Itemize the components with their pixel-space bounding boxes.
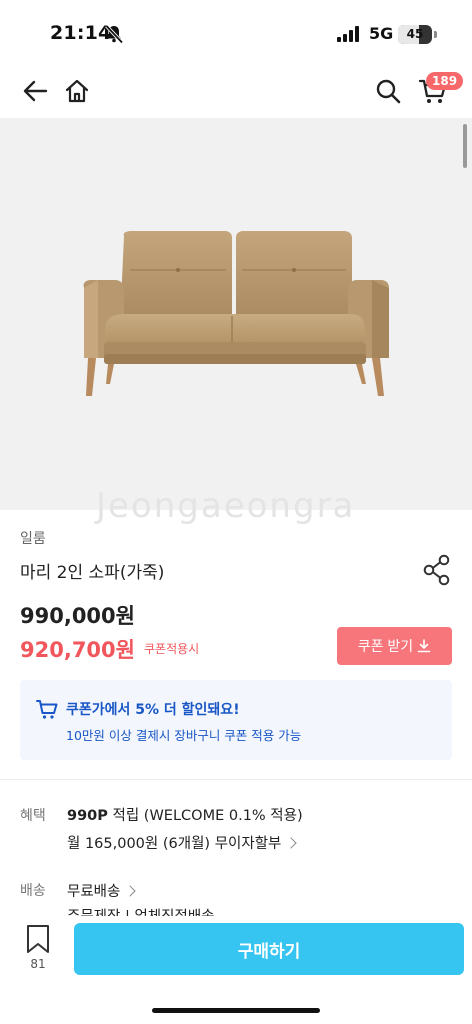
bookmark-icon: [27, 925, 49, 953]
network-type: 5G: [369, 24, 394, 43]
benefits-label: 혜택: [20, 808, 46, 824]
status-bar: 21:14 5G 45: [0, 0, 472, 64]
original-price: 990,000원: [20, 604, 135, 628]
coupon-price-note: 쿠폰적용시: [144, 642, 200, 656]
signal-icon: [337, 26, 359, 42]
image-scroll-indicator: [463, 124, 467, 168]
product-title: 마리 2인 소파(가죽): [20, 563, 165, 583]
points-amount: 990P: [67, 808, 108, 824]
coupon-banner[interactable]: 쿠폰가에서 5% 더 할인돼요! 10만원 이상 결제시 장바구니 쿠폰 적용 …: [20, 680, 452, 760]
battery-icon: 45: [398, 25, 432, 44]
search-button[interactable]: [373, 76, 403, 106]
cart-count-badge: 189: [426, 72, 464, 90]
bell-off-icon: [105, 24, 124, 44]
cart-icon: [36, 700, 58, 719]
product-image[interactable]: [0, 118, 472, 510]
coupon-banner-title: 쿠폰가에서 5% 더 할인돼요!: [66, 702, 240, 718]
points-row: 990P 적립 (WELCOME 0.1% 적용): [67, 804, 303, 825]
chevron-right-icon: [124, 885, 137, 897]
status-time: 21:14: [50, 22, 112, 44]
coupon-banner-subtitle: 10만원 이상 결제시 장바구니 쿠폰 적용 가능: [66, 728, 302, 743]
get-coupon-button[interactable]: 쿠폰 받기: [337, 627, 452, 665]
search-icon: [376, 79, 401, 104]
home-indicator: [152, 1008, 320, 1013]
installment-row[interactable]: 월 165,000원 (6개월) 무이자할부: [67, 832, 298, 853]
home-button[interactable]: [62, 76, 92, 106]
home-icon: [65, 79, 89, 103]
share-button[interactable]: [422, 554, 452, 586]
brand-name[interactable]: 일룸: [20, 528, 46, 548]
battery-level: 45: [406, 27, 424, 41]
shipping-value: 무료배송: [67, 884, 121, 900]
chevron-right-icon: [285, 837, 298, 849]
sofa-image: [83, 231, 389, 396]
shipping-row[interactable]: 무료배송: [67, 880, 137, 901]
bookmark-count: 81: [30, 957, 46, 971]
shipping-label: 배송: [20, 883, 46, 899]
top-nav: [0, 64, 472, 118]
bookmark-button[interactable]: 81: [20, 924, 56, 974]
back-button[interactable]: [20, 76, 50, 106]
buy-button[interactable]: 구매하기: [74, 923, 464, 975]
download-icon: [417, 639, 431, 653]
watermark: Jeongaeongra: [96, 486, 356, 526]
share-icon: [423, 554, 450, 586]
section-divider: [0, 779, 472, 780]
get-coupon-label: 쿠폰 받기: [357, 638, 414, 654]
coupon-price: 920,700원: [20, 638, 135, 662]
installment-text: 월 165,000원 (6개월) 무이자할부: [67, 836, 282, 852]
battery-nub: [434, 31, 437, 38]
points-text: 적립 (WELCOME 0.1% 적용): [112, 808, 303, 824]
back-arrow-icon: [23, 80, 48, 102]
